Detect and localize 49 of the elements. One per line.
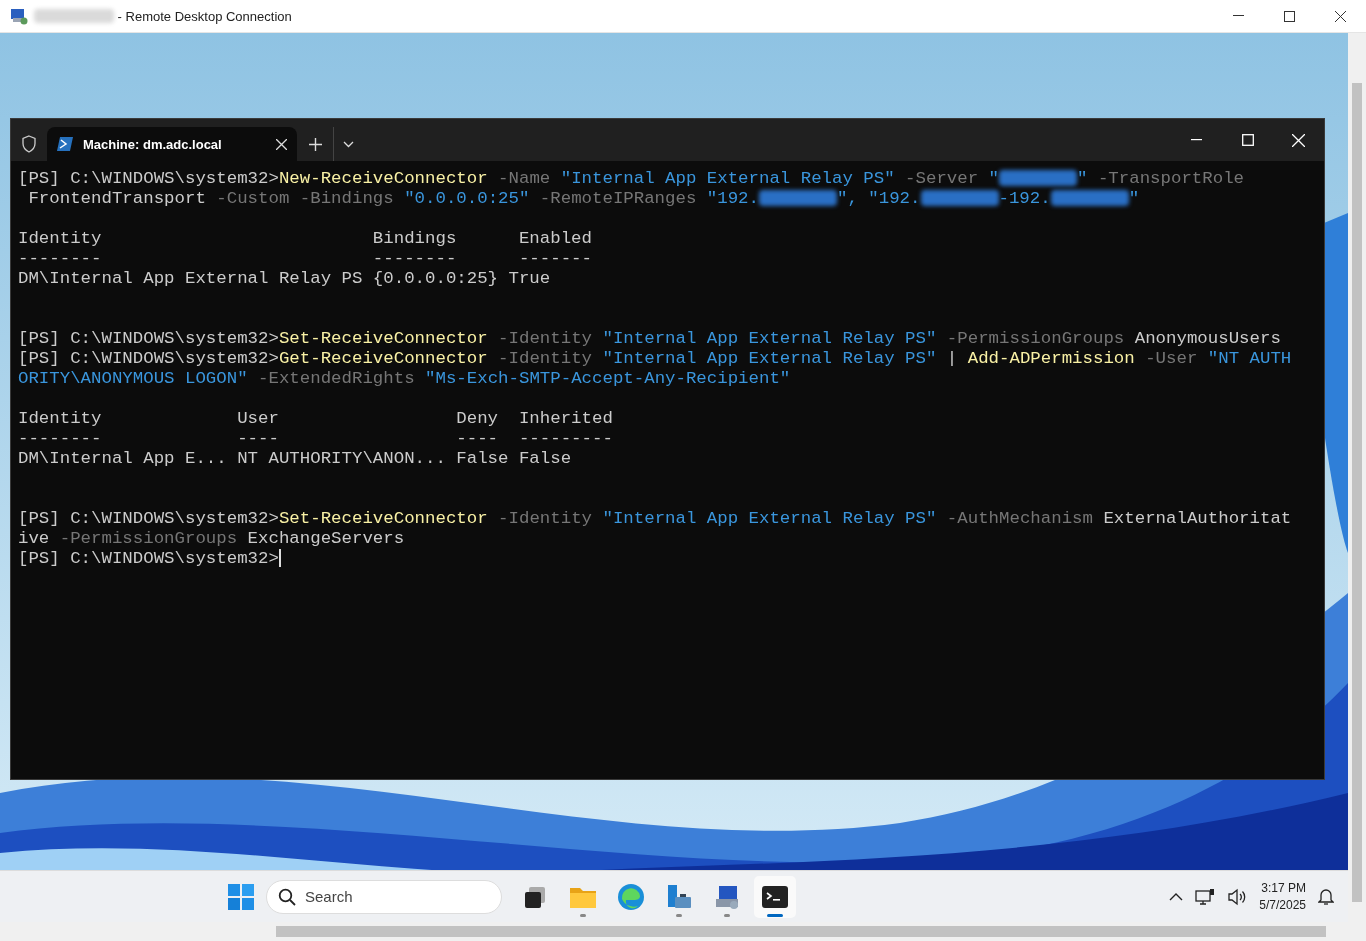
taskbar-app[interactable] bbox=[754, 875, 796, 918]
terminal-line: ive -PermissionGroups ExchangeServers bbox=[18, 529, 406, 549]
window-title: - Remote Desktop Connection bbox=[116, 8, 292, 24]
minimize-icon bbox=[1233, 15, 1244, 17]
tab-title: Machine: dm.adc.local bbox=[83, 136, 223, 152]
horizontal-scrollbar[interactable] bbox=[0, 922, 1366, 941]
bell-icon[interactable] bbox=[1318, 887, 1334, 906]
terminal-line: DM\Internal App E... NT AUTHORITY\ANON... False False bbox=[18, 449, 573, 469]
running-indicator bbox=[767, 913, 783, 917]
plus-icon bbox=[308, 137, 322, 151]
chevron-up-icon[interactable] bbox=[1169, 892, 1184, 901]
volume-icon[interactable] bbox=[1227, 887, 1248, 906]
terminal-line: Identity User Deny Inherited bbox=[18, 409, 614, 429]
terminal-line: Identity Bindings Enabled bbox=[18, 229, 593, 249]
terminal-line: [PS] C:\WINDOWS\system32>Set-ReceiveConnector -Identity "Internal App External Relay PS" -AuthMechanism ExternalAuthoritat bbox=[18, 509, 1293, 529]
terminal-line: DM\Internal App External Relay PS {0.0.0.0:25} True bbox=[18, 269, 552, 289]
terminal-line: FrontendTransport -Custom -Bindings "0.0.0.0:25" -RemoteIPRanges "192. ", "192. -192. " bbox=[27, 189, 1141, 209]
browser-icon bbox=[617, 882, 645, 911]
running-indicator bbox=[724, 913, 730, 917]
terminal-line: [PS] C:\WINDOWS\system32> bbox=[18, 549, 282, 569]
search-icon bbox=[278, 887, 296, 906]
terminal-line: -------- ---- ---- --------- bbox=[18, 429, 614, 449]
terminal-icon bbox=[761, 884, 789, 909]
network-icon[interactable] bbox=[1195, 887, 1216, 906]
terminal-tab[interactable]: Machine: dm.adc.local bbox=[47, 127, 297, 161]
maximize-icon bbox=[1284, 10, 1295, 22]
chevron-down-icon bbox=[343, 140, 354, 148]
terminal-line: [PS] C:\WINDOWS\system32>Get-ReceiveConnector -Identity "Internal App External Relay PS" | Add-ADPermission -User "NT AUTH bbox=[18, 349, 1293, 369]
close-icon bbox=[1292, 133, 1305, 147]
terminal-line: -------- -------- ------- bbox=[18, 249, 593, 269]
start-icon[interactable] bbox=[228, 883, 254, 910]
remote-desktop-icon bbox=[10, 7, 28, 25]
vertical-scrollbar[interactable] bbox=[1348, 33, 1366, 922]
terminal-line: ORITY\ANONYMOUS LOGON" -ExtendedRights "Ms-Exch-SMTP-Accept-Any-Recipient" bbox=[18, 369, 792, 389]
powershell-icon bbox=[57, 137, 73, 151]
running-indicator bbox=[580, 913, 586, 917]
close-icon bbox=[276, 138, 287, 150]
maximize-icon bbox=[1241, 134, 1254, 146]
close-tab-button[interactable] bbox=[276, 138, 287, 150]
minimize-icon bbox=[1191, 139, 1202, 141]
running-indicator bbox=[676, 913, 682, 917]
terminal-line: [PS] C:\WINDOWS\system32>New-ReceiveConnector -Name "Internal App External Relay PS" -Server " " -TransportRole bbox=[18, 169, 1246, 189]
clock-date: 5/7/2025 bbox=[1259, 896, 1306, 914]
server-toolbox-icon bbox=[665, 882, 693, 911]
terminal-line: [PS] C:\WINDOWS\system32>Set-ReceiveConnector -Identity "Internal App External Relay PS" -PermissionGroups AnonymousUsers bbox=[18, 329, 1282, 349]
clock-time: 3:17 PM bbox=[1261, 879, 1306, 897]
shield-icon bbox=[21, 135, 37, 153]
search-field[interactable]: Search bbox=[266, 879, 502, 914]
close-icon bbox=[1335, 10, 1346, 22]
